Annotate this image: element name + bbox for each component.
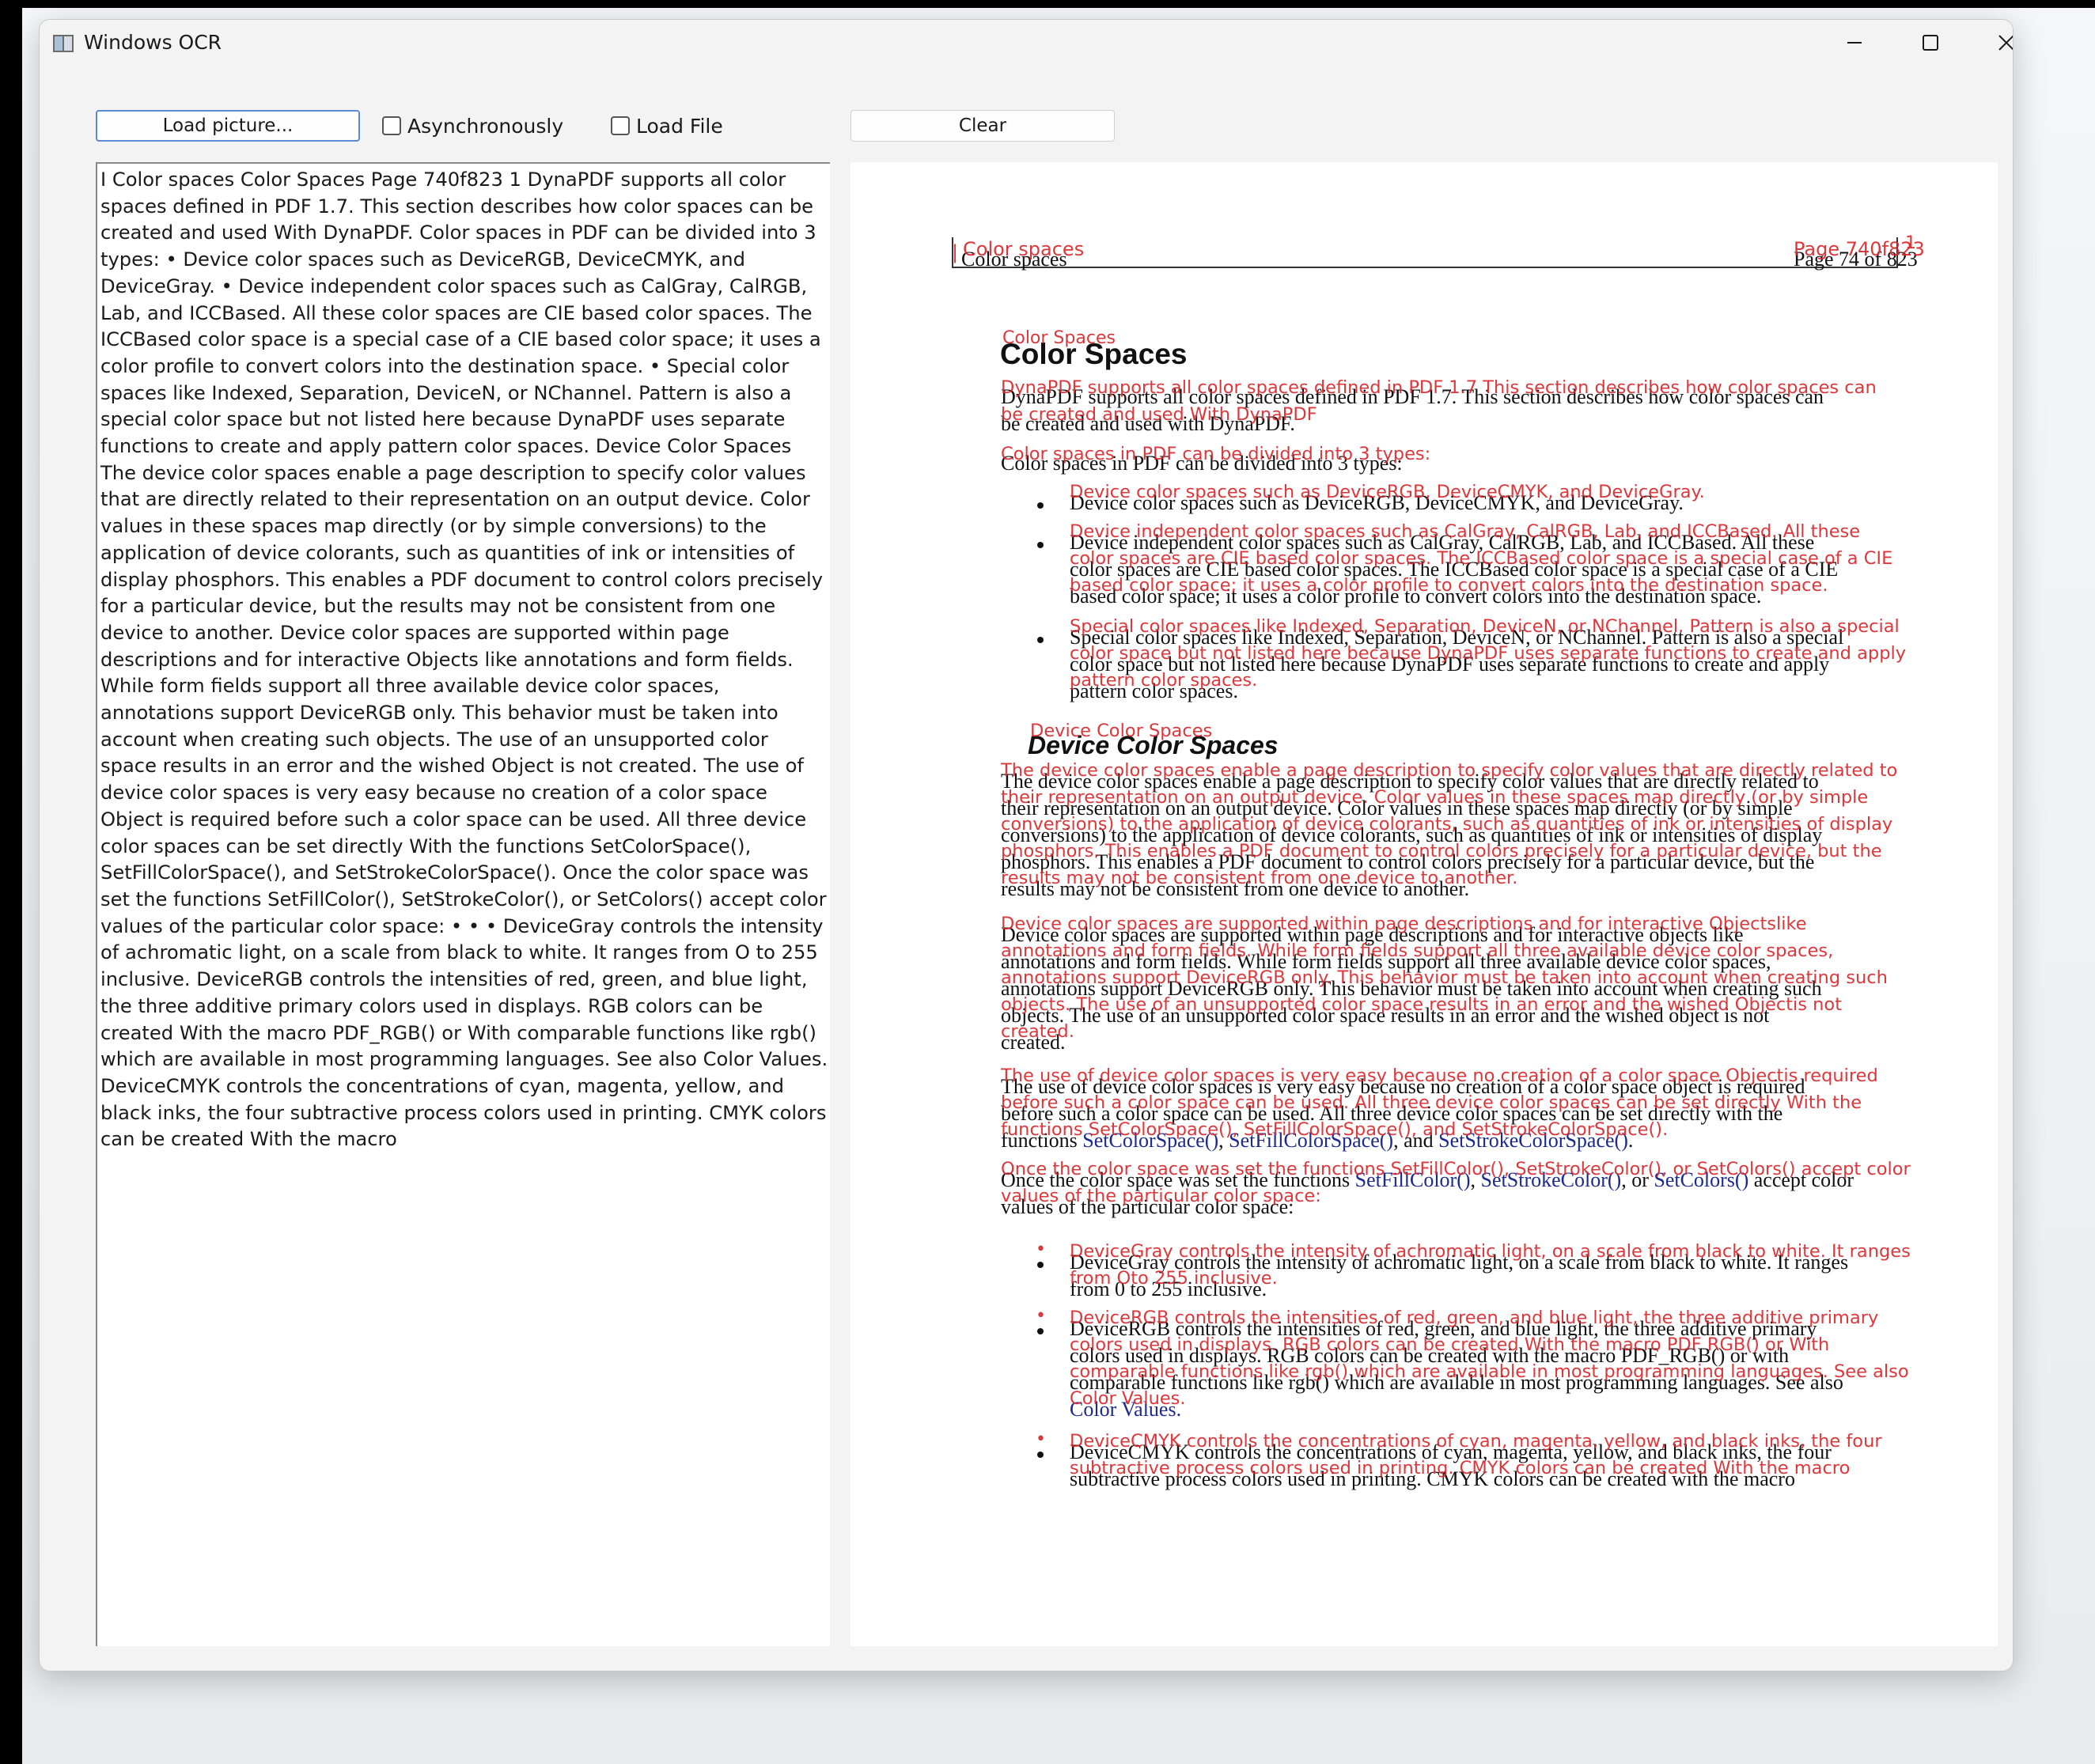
pdf-bullet (1037, 1452, 1044, 1458)
ocr-overlay-para-1-3: conversions) to the application of devic… (1001, 814, 1893, 835)
ocr-overlay-para-2-3: annotations support DeviceRGB only. This… (1001, 967, 1888, 988)
ocr-overlay-bullet-3-1: Special color spaces like Indexed, Separ… (1070, 616, 1900, 637)
load-file-label: Load File (636, 114, 723, 138)
ocr-overlay-para-1-5: results may not be consistent from one d… (1001, 868, 1518, 888)
ocr-overlay-para-2-1: Device color spaces are supported within… (1001, 914, 1807, 934)
picture-preview: Color spaces Page 74 of 823 Color Spaces… (851, 162, 1998, 1646)
ocr-overlay-para-2-2: annotations and form fields. While form … (1001, 941, 1834, 961)
ocr-overlay-intro-2: be created and used With DynaPDF (1001, 404, 1317, 425)
maximize-button[interactable] (1892, 20, 1968, 69)
ocr-overlay-devicergb-3: comparable functions like rgb() which ar… (1070, 1361, 1909, 1382)
ocr-overlay-bullet: • (1036, 1240, 1046, 1259)
ocr-overlay-devicegray-1: DeviceGray controls the intensity of ach… (1070, 1241, 1911, 1262)
ocr-overlay-bullet-3-3: pattern color spaces. (1070, 670, 1258, 691)
ocr-overlay-para-3-2: before such a color space can be used. A… (1001, 1092, 1862, 1113)
ocr-overlay-devicecmyk-1: DeviceCMYK controls the concentrations o… (1070, 1431, 1882, 1452)
pdf-bullet (1037, 637, 1044, 643)
ocr-overlay-devicergb-4: Color Values. (1070, 1388, 1186, 1409)
ocr-overlay-bullet: • (1036, 1306, 1046, 1326)
ocr-overlay-para-1-2: their representation on an output device… (1001, 787, 1869, 808)
ocr-overlay-intro-1: DynaPDF supports all color spaces define… (1001, 377, 1877, 398)
ocr-overlay-devicergb-1: DeviceRGB controls the intensities of re… (1070, 1308, 1879, 1328)
ocr-overlay-para-3-3: functions SetColorSpace(), SetFillColorS… (1001, 1119, 1669, 1140)
ocr-overlay-para-1-4: phosphors. This enables a PDF document t… (1001, 841, 1882, 861)
title-bar[interactable]: Windows OCR (40, 20, 2013, 69)
pdf-bullet (1037, 1262, 1044, 1268)
asynchronously-checkbox-box[interactable] (382, 116, 401, 135)
asynchronously-checkbox[interactable]: Asynchronously (382, 110, 563, 142)
pdf-bullet (1037, 1328, 1044, 1334)
ocr-overlay-bullet-2-2: color spaces are CIE based color spaces.… (1070, 548, 1893, 569)
window-title: Windows OCR (84, 31, 222, 54)
ocr-text-output[interactable]: I Color spaces Color Spaces Page 740f823… (96, 162, 830, 1646)
close-button[interactable] (1968, 20, 2013, 69)
ocr-overlay-para-2-4: objects. The use of an unsupported color… (1001, 994, 1843, 1015)
app-window: Windows OCR Load picture... Asynchronous… (39, 19, 2014, 1671)
ocr-overlay-para-1-1: The device color spaces enable a page de… (1001, 760, 1898, 781)
ocr-overlay-devicegray-2: from Oto 255 inclusive. (1070, 1268, 1278, 1289)
ocr-overlay-para-4-1: Once the color space was set the functio… (1001, 1159, 1911, 1179)
ocr-overlay-bar: | (952, 241, 959, 263)
ocr-overlay-para-3-1: The use of device color spaces is very e… (1001, 1066, 1878, 1086)
ocr-overlay-bullet-3-2: color space but not listed here because … (1070, 643, 1907, 664)
ocr-overlay-devicecmyk-2: subtractive process colors used in print… (1070, 1458, 1851, 1478)
pdf-bullet (1037, 502, 1044, 509)
ocr-overlay-bullet: • (1036, 1429, 1046, 1449)
ocr-overlay-header-left: Color spaces (963, 238, 1085, 260)
ocr-overlay-heading-2: Device Color Spaces (1030, 721, 1213, 741)
ocr-overlay-para-2-5: created. (1001, 1021, 1074, 1042)
ocr-overlay-types: Color spaces in PDF can be divided into … (1001, 444, 1431, 464)
ocr-overlay-page-number: 1 (1905, 233, 1916, 253)
maximize-icon (1922, 34, 1939, 55)
pdf-header-frame (952, 237, 1898, 268)
asynchronously-label: Asynchronously (407, 114, 564, 138)
ocr-overlay-heading: Color Spaces (1002, 328, 1116, 348)
ocr-overlay-para-4-2: values of the particular color space: (1001, 1186, 1321, 1206)
ocr-overlay-devicergb-2: colors used in displays. RGB colors can … (1070, 1334, 1830, 1355)
ocr-overlay-bullet-2-1: Device independent color spaces such as … (1070, 521, 1861, 542)
close-icon (1998, 34, 2013, 55)
app-window-icon (52, 33, 74, 54)
load-file-checkbox[interactable]: Load File (611, 110, 723, 142)
minimize-icon (1846, 34, 1863, 55)
pdf-bullet (1037, 542, 1044, 548)
load-picture-button[interactable]: Load picture... (96, 110, 360, 142)
ocr-overlay-bullet-2-3: based color space; it uses a color profi… (1070, 575, 1828, 596)
ocr-overlay-bullet-1: Device color spaces such as DeviceRGB, D… (1070, 482, 1705, 502)
clear-button[interactable]: Clear (851, 110, 1115, 142)
minimize-button[interactable] (1817, 20, 1892, 69)
load-file-checkbox-box[interactable] (611, 116, 630, 135)
